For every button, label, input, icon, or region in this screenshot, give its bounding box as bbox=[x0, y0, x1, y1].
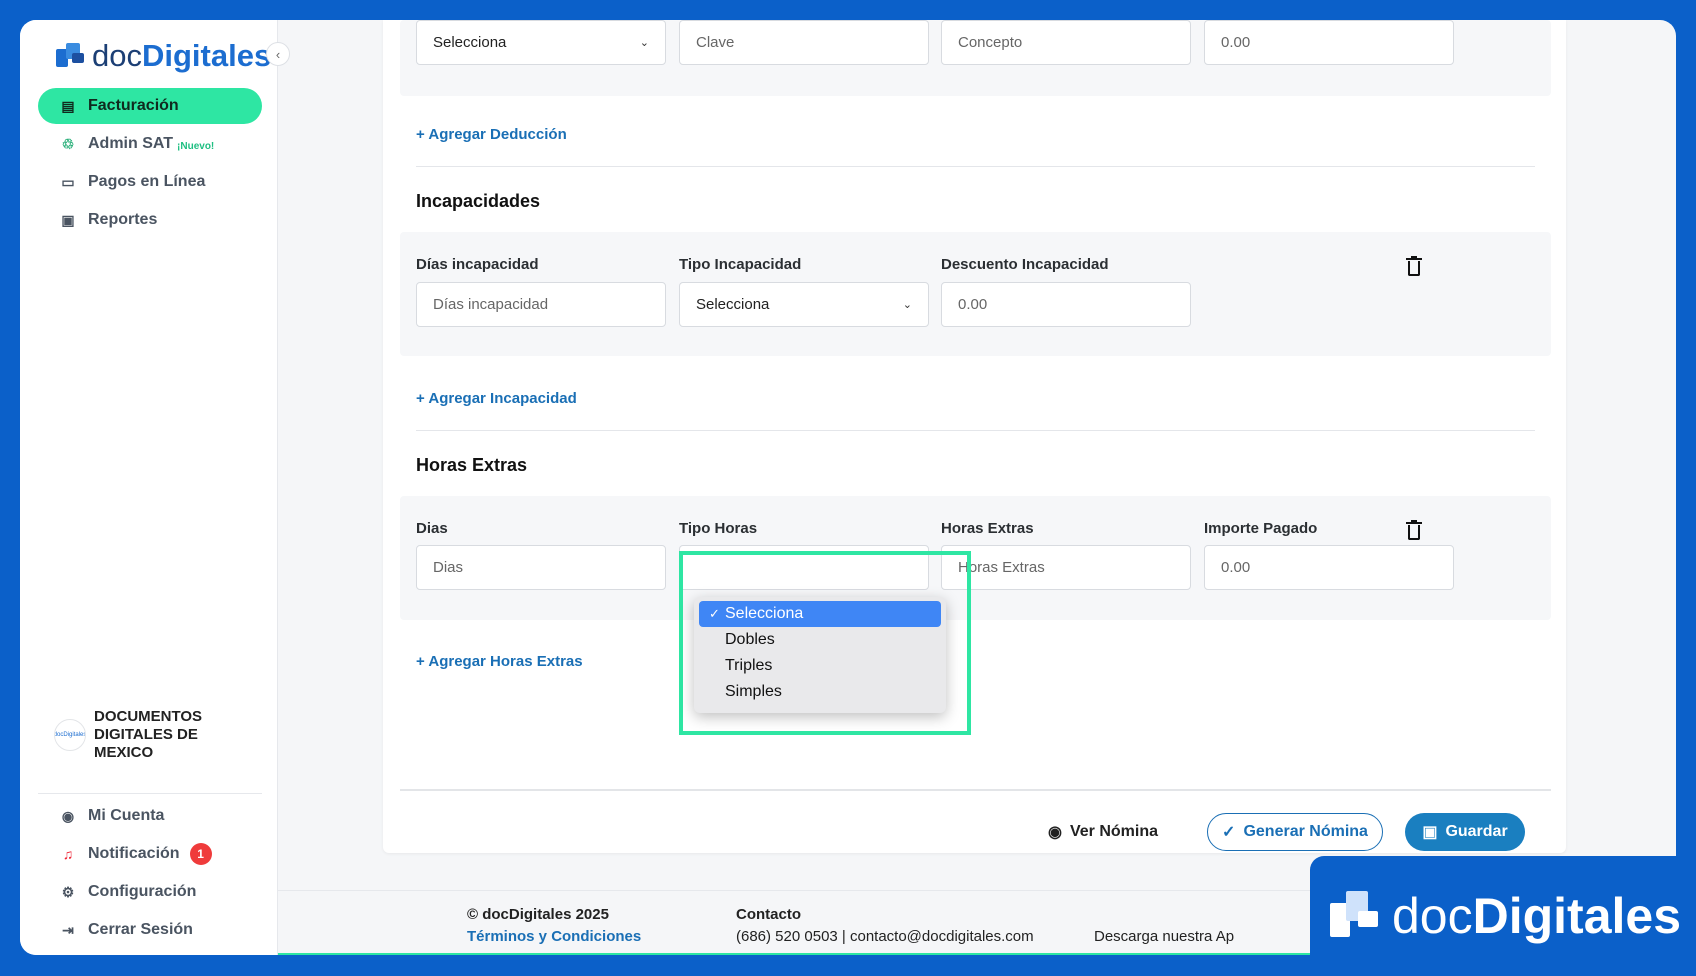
collapse-sidebar-button[interactable]: ‹ bbox=[266, 42, 290, 66]
button-label: Ver Nómina bbox=[1069, 823, 1158, 840]
delete-horas-extras-trash-icon[interactable] bbox=[1406, 520, 1422, 540]
option-label: Triples bbox=[725, 657, 773, 674]
deduccion-importe-input[interactable]: 0.00 bbox=[1204, 20, 1454, 65]
dias-input[interactable]: Dias bbox=[416, 545, 666, 590]
option-label: Dobles bbox=[725, 631, 775, 648]
dias-label: Dias bbox=[416, 520, 448, 537]
sidebar-item-label: Cerrar Sesión bbox=[88, 921, 193, 938]
copyright: © docDigitales 2025 bbox=[467, 906, 609, 923]
ver-nomina-button[interactable]: ◉ Ver Nómina bbox=[1043, 813, 1163, 851]
divider bbox=[38, 793, 262, 794]
company-name: DOCUMENTOS DIGITALES DE MEXICO bbox=[94, 708, 203, 761]
watermark-text-light: doc bbox=[1392, 888, 1473, 944]
option-selecciona[interactable]: ✓ Selecciona bbox=[699, 601, 941, 627]
tipo-horas-dropdown[interactable]: ✓ Selecciona Dobles Triples Simples bbox=[694, 597, 946, 713]
option-simples[interactable]: Simples bbox=[699, 679, 941, 705]
importe-pagado-label: Importe Pagado bbox=[1204, 520, 1318, 537]
tipo-horas-label: Tipo Horas bbox=[679, 520, 758, 537]
option-triples[interactable]: Triples bbox=[699, 653, 941, 679]
divider bbox=[400, 789, 1551, 791]
company-switcher[interactable]: docDigitales DOCUMENTOS DIGITALES DE MEX… bbox=[54, 708, 214, 762]
dias-incapacidad-input[interactable]: Días incapacidad bbox=[416, 282, 666, 327]
button-label: Guardar bbox=[1445, 823, 1508, 840]
avatar: docDigitales bbox=[54, 719, 86, 751]
generar-nomina-button[interactable]: ✓ Generar Nómina bbox=[1207, 813, 1383, 851]
sidebar-item-label: Admin SAT bbox=[88, 135, 174, 152]
importe-pagado-input[interactable]: 0.00 bbox=[1204, 545, 1454, 590]
descuento-incapacidad-label: Descuento Incapacidad bbox=[941, 256, 1109, 273]
logo-mark-icon bbox=[56, 41, 86, 71]
sidebar-item-mi-cuenta[interactable]: ◉ Mi Cuenta bbox=[38, 798, 262, 834]
incapacidades-title: Incapacidades bbox=[416, 191, 541, 211]
deduccion-concepto-input[interactable]: Concepto bbox=[941, 20, 1191, 65]
sidebar-item-label: Facturación bbox=[88, 97, 179, 114]
nomina-form-card: Selecciona ⌄ Clave Concepto 0.00 + Agrega… bbox=[383, 20, 1566, 853]
horas-extras-input[interactable]: Horas Extras bbox=[941, 545, 1191, 590]
select-value: Selecciona bbox=[696, 296, 770, 313]
save-icon: ▣ bbox=[1422, 824, 1438, 841]
gear-icon: ⚙ bbox=[61, 884, 75, 900]
sidebar-item-label: Reportes bbox=[88, 211, 158, 228]
download-app-text: Descarga nuestra Ap bbox=[1094, 928, 1235, 945]
option-label: Selecciona bbox=[725, 605, 804, 622]
select-value: Selecciona bbox=[433, 34, 507, 51]
divider bbox=[416, 166, 1535, 167]
app-frame: docDigitales ‹ ▤ Facturación ♲ Admin SAT… bbox=[20, 20, 1676, 955]
sidebar-item-pagos[interactable]: ▭ Pagos en Línea bbox=[38, 164, 262, 200]
contact-title: Contacto bbox=[736, 906, 801, 923]
new-tag: ¡Nuevo! bbox=[177, 140, 215, 152]
sidebar-item-notificacion[interactable]: ♫ Notificación 1 bbox=[38, 836, 262, 872]
chevron-down-icon: ⌄ bbox=[639, 37, 649, 49]
brand-logo[interactable]: docDigitales bbox=[56, 38, 271, 74]
dias-incapacidad-label: Días incapacidad bbox=[416, 256, 539, 273]
descuento-incapacidad-input[interactable]: 0.00 bbox=[941, 282, 1191, 327]
bell-icon: ♫ bbox=[62, 846, 74, 862]
sidebar-item-label: Notificación bbox=[88, 845, 180, 862]
horas-extras-title: Horas Extras bbox=[416, 455, 528, 475]
guardar-button[interactable]: ▣ Guardar bbox=[1405, 813, 1525, 851]
logo-mark-icon bbox=[1330, 889, 1378, 943]
logout-icon: ⇥ bbox=[62, 922, 74, 938]
sidebar-item-facturacion[interactable]: ▤ Facturación bbox=[38, 88, 262, 124]
add-horas-extras-link[interactable]: + Agregar Horas Extras bbox=[416, 653, 583, 670]
button-label: Generar Nómina bbox=[1243, 823, 1368, 840]
tipo-incapacidad-label: Tipo Incapacidad bbox=[679, 256, 802, 273]
tipo-incapacidad-select[interactable]: Selecciona ⌄ bbox=[679, 282, 929, 327]
deduccion-tipo-select[interactable]: Selecciona ⌄ bbox=[416, 20, 666, 65]
add-incapacidad-link[interactable]: + Agregar Incapacidad bbox=[416, 390, 577, 407]
horas-extras-label: Horas Extras bbox=[941, 520, 1034, 537]
brand-watermark: docDigitales bbox=[1310, 856, 1696, 976]
sidebar: docDigitales ‹ ▤ Facturación ♲ Admin SAT… bbox=[20, 20, 290, 955]
watermark-text-bold: Digitales bbox=[1472, 888, 1682, 944]
option-label: Simples bbox=[725, 683, 782, 700]
card-icon: ▭ bbox=[61, 174, 75, 190]
logo-text-bold: Digitales bbox=[141, 38, 272, 73]
notification-badge: 1 bbox=[189, 843, 212, 865]
checkmark-icon: ✓ bbox=[709, 606, 720, 621]
sidebar-item-admin-sat[interactable]: ♲ Admin SAT ¡Nuevo! bbox=[38, 126, 262, 162]
divider bbox=[416, 430, 1535, 431]
user-circle-icon: ◉ bbox=[61, 808, 75, 824]
chevron-down-icon: ⌄ bbox=[902, 299, 912, 311]
option-dobles[interactable]: Dobles bbox=[699, 627, 941, 653]
check-circle-icon: ✓ bbox=[1222, 824, 1236, 841]
contact-info: (686) 520 0503 | contacto@docdigitales.c… bbox=[736, 928, 1034, 945]
receipt-icon: ▤ bbox=[61, 98, 75, 114]
sidebar-item-label: Configuración bbox=[88, 883, 197, 900]
sidebar-item-label: Pagos en Línea bbox=[88, 173, 206, 190]
logo-text-light: doc bbox=[92, 38, 142, 73]
sidebar-item-label: Mi Cuenta bbox=[88, 807, 165, 824]
sidebar-item-cerrar-sesion[interactable]: ⇥ Cerrar Sesión bbox=[38, 912, 262, 948]
sidebar-item-reportes[interactable]: ▣ Reportes bbox=[38, 202, 262, 238]
add-deduccion-link[interactable]: + Agregar Deducción bbox=[416, 126, 567, 143]
folder-icon: ▣ bbox=[61, 212, 75, 228]
admin-sat-icon: ♲ bbox=[61, 136, 75, 152]
terms-link[interactable]: Términos y Condiciones bbox=[467, 928, 641, 945]
delete-incapacidad-trash-icon[interactable] bbox=[1406, 256, 1422, 276]
eye-icon: ◉ bbox=[1048, 824, 1062, 841]
deduccion-clave-input[interactable]: Clave bbox=[679, 20, 929, 65]
sidebar-item-configuracion[interactable]: ⚙ Configuración bbox=[38, 874, 262, 910]
